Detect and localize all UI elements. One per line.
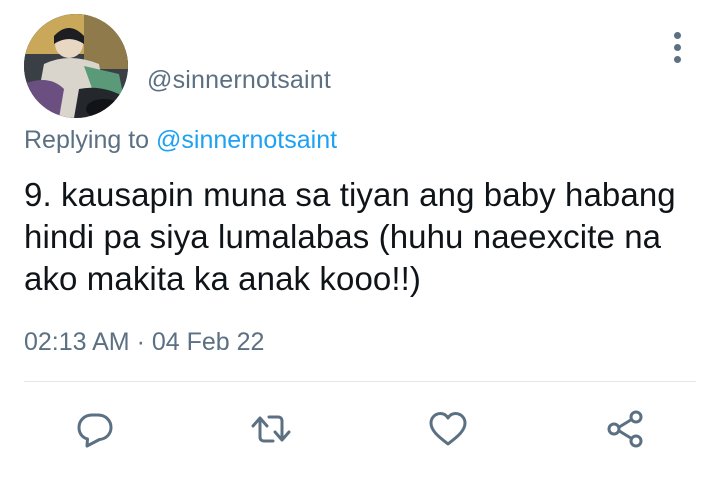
share-icon xyxy=(607,410,643,448)
tweet-time: 02:13 AM xyxy=(24,328,130,356)
retweet-icon xyxy=(251,415,291,443)
avatar-image xyxy=(24,14,128,118)
replying-to: Replying to @sinnernotsaint xyxy=(24,126,337,155)
share-button[interactable] xyxy=(605,409,645,449)
replying-to-mention[interactable]: @sinnernotsaint xyxy=(156,126,337,154)
reply-icon xyxy=(77,413,113,448)
timestamp-separator: · xyxy=(136,328,145,356)
avatar[interactable] xyxy=(24,14,128,118)
tweet-timestamp: 02:13 AM · 04 Feb 22 xyxy=(24,328,264,357)
more-options-icon[interactable] xyxy=(668,30,688,66)
author-handle[interactable]: @sinnernotsaint xyxy=(147,66,331,95)
reply-button[interactable] xyxy=(75,409,115,449)
like-icon xyxy=(429,412,467,446)
replying-to-prefix: Replying to xyxy=(24,126,150,154)
divider xyxy=(24,381,696,382)
tweet-text: 9. kausapin muna sa tiyan ang baby haban… xyxy=(24,176,676,297)
like-button[interactable] xyxy=(428,409,468,449)
retweet-button[interactable] xyxy=(251,409,291,449)
tweet-date: 04 Feb 22 xyxy=(151,328,265,356)
